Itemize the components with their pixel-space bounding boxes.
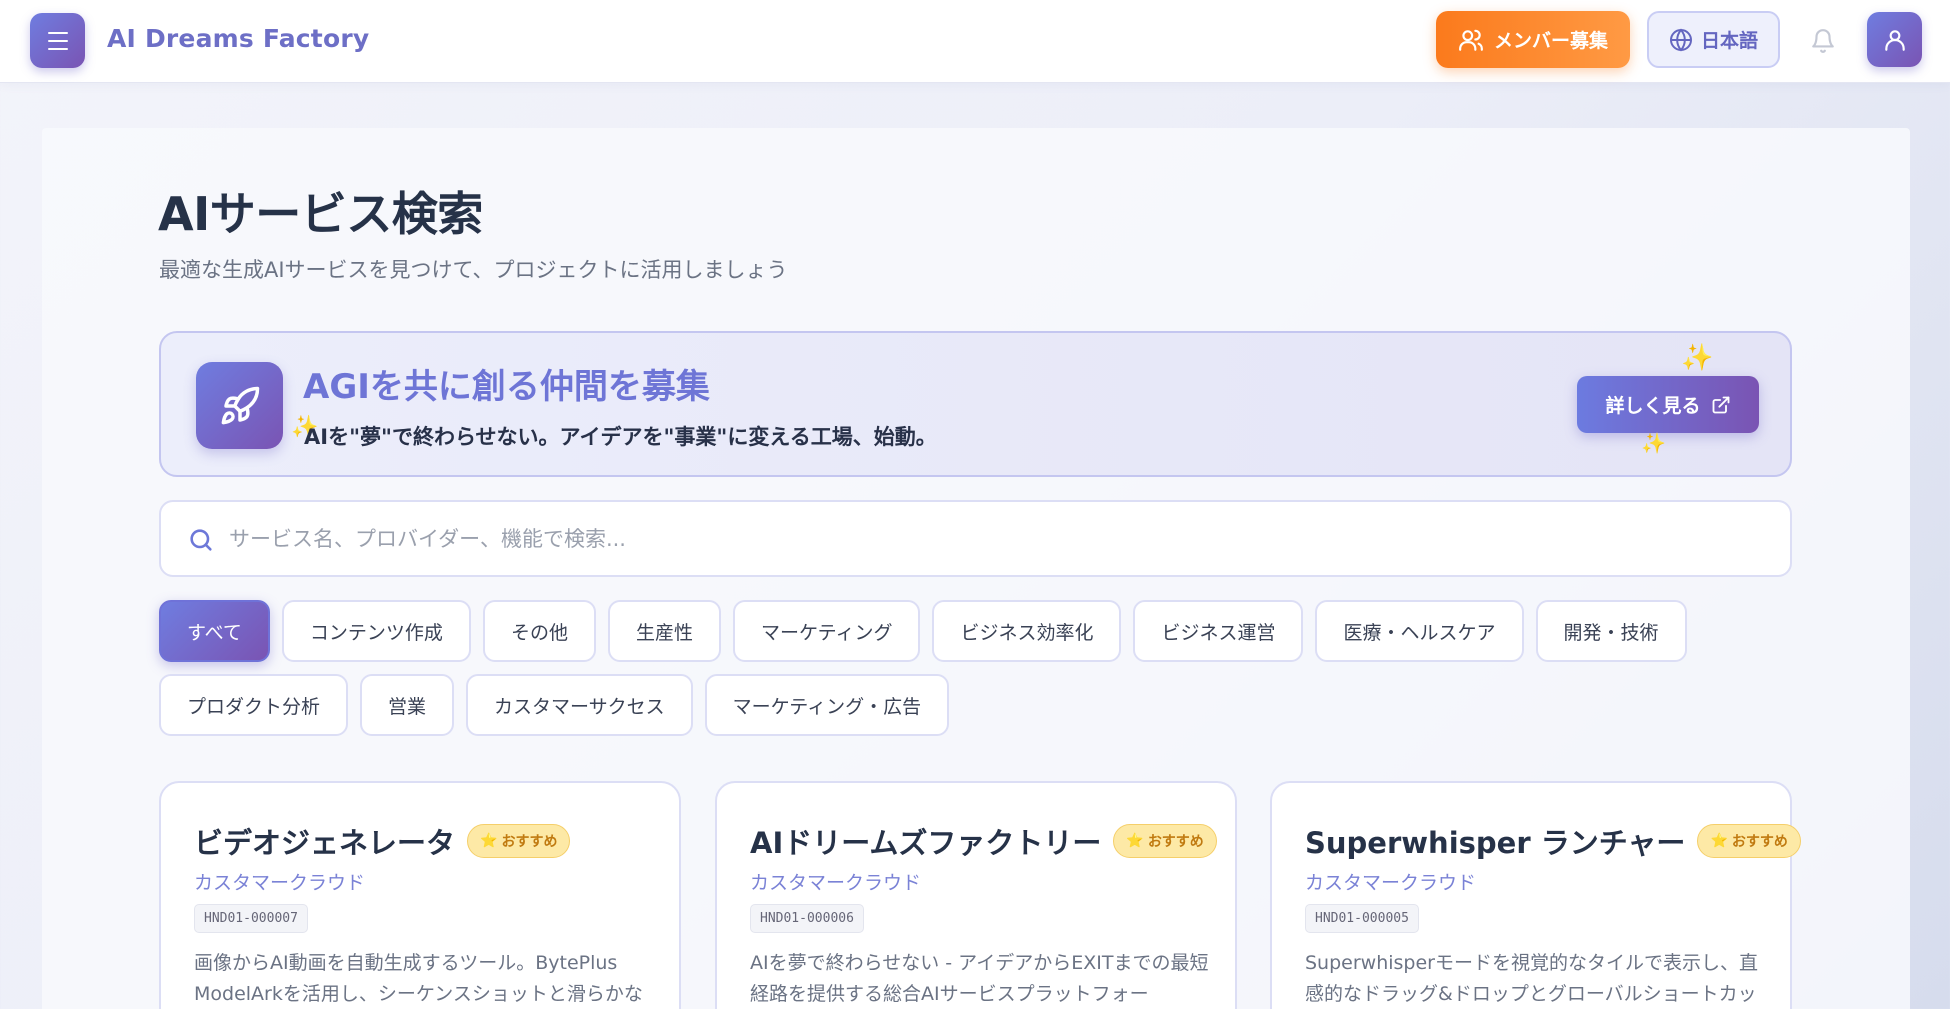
card-provider[interactable]: カスタマークラウド xyxy=(750,868,921,895)
card-description: AIを夢で終わらせない - アイデアからEXITまでの最短経路を提供する総合AI… xyxy=(750,952,1209,1005)
category-chip[interactable]: ビジネス運営 xyxy=(1133,600,1304,662)
badge-label: おすすめ xyxy=(1147,834,1204,850)
learn-more-button[interactable]: 詳しく見る xyxy=(1577,376,1759,433)
menu-icon xyxy=(47,29,68,53)
category-chip[interactable]: マーケティング xyxy=(732,600,921,662)
sparkle-icon: ✨ xyxy=(1641,431,1666,455)
brand-name[interactable]: AI Dreams Factory xyxy=(107,24,369,53)
rocket-icon xyxy=(196,362,283,449)
top-header: AI Dreams Factory メンバー募集 日本語 xyxy=(0,0,1950,83)
external-link-icon xyxy=(1712,396,1729,413)
star-icon: ⭐ xyxy=(480,833,498,849)
card-title: Superwhisper ランチャー xyxy=(1305,826,1686,860)
star-icon: ⭐ xyxy=(1710,833,1728,849)
user-icon xyxy=(1884,29,1905,51)
recommended-badge: ⭐ おすすめ xyxy=(1113,824,1217,858)
recruit-members-button[interactable]: メンバー募集 xyxy=(1436,11,1630,68)
category-chip[interactable]: マーケティング・広告 xyxy=(704,674,950,736)
bell-icon xyxy=(1812,29,1834,53)
category-chip[interactable]: ビジネス効率化 xyxy=(932,600,1122,662)
user-avatar-button[interactable] xyxy=(1867,12,1922,67)
badge-label: おすすめ xyxy=(501,834,558,850)
card-title-row: ビデオジェネレータ ⭐ おすすめ xyxy=(194,820,571,862)
banner-subtitle: AIを"夢"で終わらせない。アイデアを"事業"に変える工場、始動。 xyxy=(304,425,937,449)
recruit-label: メンバー募集 xyxy=(1493,30,1608,52)
category-chip[interactable]: コンテンツ作成 xyxy=(281,600,471,662)
page-subtitle: 最適な生成AIサービスを見つけて、プロジェクトに活用しましょう xyxy=(159,258,788,282)
category-chip[interactable]: 営業 xyxy=(360,674,455,736)
search-input[interactable] xyxy=(229,520,1729,558)
users-icon xyxy=(1459,29,1483,51)
card-provider[interactable]: カスタマークラウド xyxy=(194,868,365,895)
category-chip[interactable]: 生産性 xyxy=(607,600,721,662)
category-chip[interactable]: 開発・技術 xyxy=(1535,600,1687,662)
notifications-button[interactable] xyxy=(1808,26,1838,56)
language-label: 日本語 xyxy=(1700,30,1758,52)
card-provider[interactable]: カスタマークラウド xyxy=(1305,868,1476,895)
card-code: HND01-000005 xyxy=(1305,904,1419,933)
search-box xyxy=(159,500,1792,577)
card-title-row: AIドリームズファクトリー ⭐ おすすめ xyxy=(750,820,1217,862)
search-icon xyxy=(190,529,212,551)
recruit-banner: ✨ AGIを共に創る仲間を募集 AIを"夢"で終わらせない。アイデアを"事業"に… xyxy=(159,331,1792,477)
language-button[interactable]: 日本語 xyxy=(1647,11,1780,68)
card-code: HND01-000006 xyxy=(750,904,864,933)
card-title: AIドリームズファクトリー xyxy=(750,826,1102,860)
service-card[interactable]: Superwhisper ランチャー ⭐ おすすめ カスタマークラウド HND01… xyxy=(1270,781,1801,1009)
card-description: 画像からAI動画を自動生成するツール。BytePlus ModelArkを活用し… xyxy=(194,952,643,1005)
recommended-badge: ⭐ おすすめ xyxy=(467,824,571,858)
star-icon: ⭐ xyxy=(1126,833,1144,849)
recommended-badge: ⭐ おすすめ xyxy=(1697,824,1801,858)
globe-icon xyxy=(1669,27,1692,52)
category-chip[interactable]: 医療・ヘルスケア xyxy=(1315,600,1524,662)
badge-label: おすすめ xyxy=(1731,834,1788,850)
banner-title: AGIを共に創る仲間を募集 xyxy=(303,367,710,407)
category-filter-list: すべて コンテンツ作成 その他 生産性 マーケティング ビジネス効率化 ビジネス運営 医療・ヘ… xyxy=(159,600,1792,736)
card-title-row: Superwhisper ランチャー ⭐ おすすめ xyxy=(1305,820,1801,862)
category-chip[interactable]: その他 xyxy=(482,600,596,662)
page-title: AIサービス検索 xyxy=(158,187,483,241)
card-code: HND01-000007 xyxy=(194,904,308,933)
menu-button[interactable] xyxy=(30,13,85,68)
card-description: Superwhisperモードを視覚的なタイルで表示し、直感的なドラッグ&ドロッ… xyxy=(1305,952,1758,1005)
service-card[interactable]: ビデオジェネレータ ⭐ おすすめ カスタマークラウド HND01-000007 画… xyxy=(159,781,681,1009)
service-card[interactable]: AIドリームズファクトリー ⭐ おすすめ カスタマークラウド HND01-0000… xyxy=(715,781,1237,1009)
category-chip[interactable]: プロダクト分析 xyxy=(159,674,349,736)
category-chip[interactable]: カスタマーサクセス xyxy=(466,674,693,736)
learn-more-label: 詳しく見る xyxy=(1605,395,1701,417)
card-title: ビデオジェネレータ xyxy=(194,826,456,860)
category-chip[interactable]: すべて xyxy=(159,600,270,662)
sparkle-icon: ✨ xyxy=(1681,343,1714,373)
